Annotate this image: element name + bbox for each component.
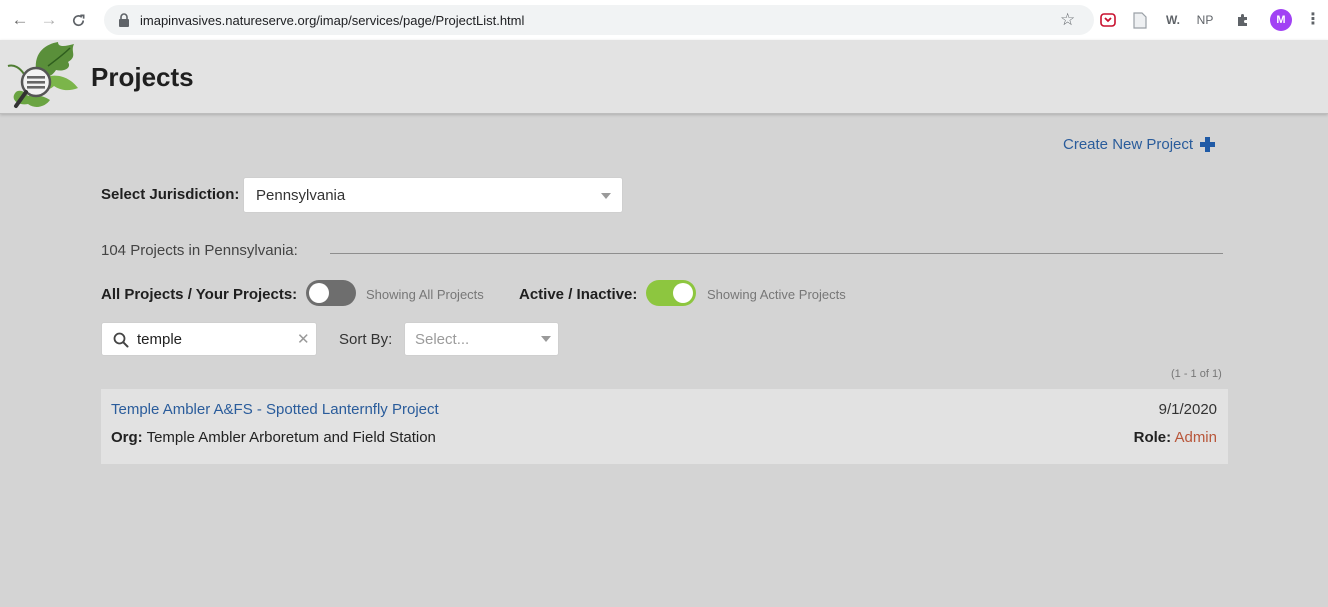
role-label: Role: [1133,429,1172,446]
toggle-knob [673,283,693,303]
org-label: Org: [111,429,143,446]
chevron-down-icon [541,336,551,342]
jurisdiction-label: Select Jurisdiction: [101,186,240,203]
profile-avatar[interactable]: M [1270,9,1292,31]
jurisdiction-select[interactable]: Pennsylvania [243,177,623,213]
page-title: Projects [91,62,194,92]
project-title-link[interactable]: Temple Ambler A&FS - Spotted Lanternfly … [111,401,439,418]
imap-logo [6,40,84,112]
role-value: Admin [1174,429,1217,446]
project-role: Role: Admin [1134,429,1217,446]
reload-icon[interactable] [66,8,90,32]
forward-arrow-icon[interactable]: → [37,8,61,32]
search-icon [113,332,129,348]
search-input[interactable] [137,328,287,350]
pagination-info: (1 - 1 of 1) [1171,368,1222,380]
browser-toolbar: ← → imapinvasives.natureserve.org/imap/s… [0,0,1328,40]
search-box: ✕ [101,322,317,356]
chevron-down-icon [601,193,611,199]
bookmark-star-icon[interactable]: ☆ [1060,10,1075,30]
active-toggle-label: Active / Inactive: [519,286,638,303]
project-count: 104 Projects in Pennsylvania: [101,242,298,259]
create-new-project-link[interactable]: Create New Project [1063,136,1216,153]
projects-toggle-status: Showing All Projects [366,287,484,302]
jurisdiction-selected-value: Pennsylvania [256,186,346,204]
pocket-extension-icon[interactable] [1098,10,1118,30]
puzzle-extensions-icon[interactable] [1232,10,1254,30]
app-header: Projects [0,40,1328,114]
create-new-project-label: Create New Project [1063,136,1194,153]
url-text: imapinvasives.natureserve.org/imap/servi… [140,12,525,28]
sort-by-select[interactable]: Select... [404,322,559,356]
divider [330,253,1223,254]
document-extension-icon[interactable] [1130,10,1150,30]
org-value: Temple Ambler Arboretum and Field Statio… [146,429,436,446]
active-toggle-status: Showing Active Projects [707,287,846,302]
project-date: 9/1/2020 [1158,401,1217,418]
sort-placeholder: Select... [415,330,470,348]
all-your-projects-toggle[interactable] [306,280,356,306]
project-list-item: Temple Ambler A&FS - Spotted Lanternfly … [101,389,1228,464]
w-extension-icon[interactable]: W. [1160,10,1186,30]
back-arrow-icon[interactable]: ← [8,8,32,32]
address-bar[interactable]: imapinvasives.natureserve.org/imap/servi… [104,5,1094,35]
project-org: Org: Temple Ambler Arboretum and Field S… [111,429,436,446]
toggle-knob [309,283,329,303]
lock-icon [118,13,130,27]
projects-toggle-label: All Projects / Your Projects: [101,286,298,303]
np-extension-icon[interactable]: NP [1192,10,1218,30]
sort-by-label: Sort By: [339,331,393,348]
active-inactive-toggle[interactable] [646,280,696,306]
kebab-menu-icon[interactable]: ⋮ [1305,9,1321,29]
clear-search-icon[interactable]: ✕ [297,330,310,348]
plus-icon [1200,137,1216,152]
